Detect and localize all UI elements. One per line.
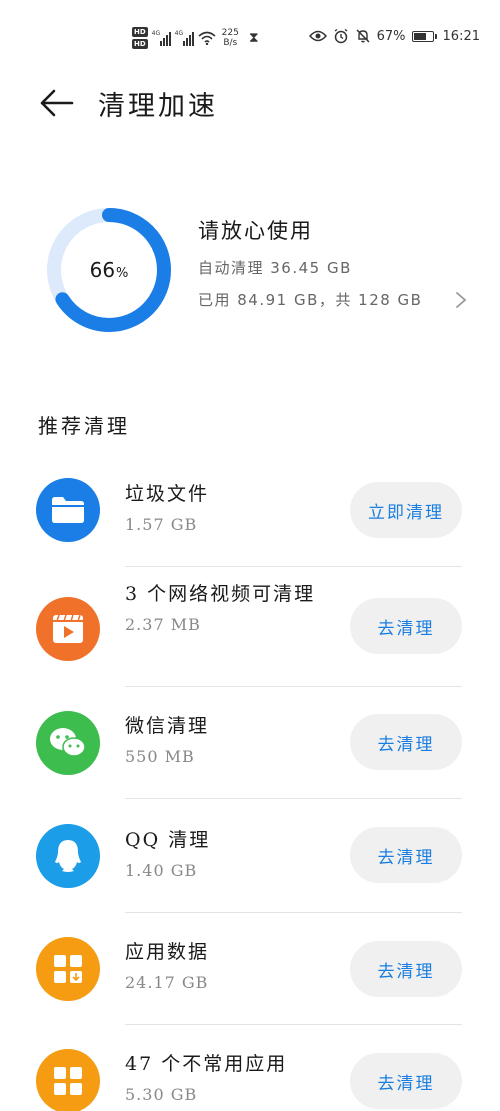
- storage-usage: 已用 84.91 GB，共 128 GB: [198, 291, 423, 309]
- list-item-web-videos: 3 个网络视频可清理 2.37 MB 去清理: [0, 567, 500, 687]
- go-clean-button[interactable]: 去清理: [350, 1053, 462, 1109]
- app-data-icon: [36, 937, 100, 1001]
- qq-icon: [36, 824, 100, 888]
- item-name: 应用数据: [125, 941, 210, 963]
- battery-percent: 67%: [376, 28, 406, 44]
- eye-icon: [308, 30, 327, 42]
- clean-now-button[interactable]: 立即清理: [350, 482, 462, 538]
- folder-icon: [36, 478, 100, 542]
- signal-icon: 4G: [152, 30, 171, 46]
- list-item-qq: QQ 清理 1.40 GB 去清理: [0, 799, 500, 913]
- mute-bell-icon: [356, 29, 370, 43]
- sim2-network-label: 4G: [174, 30, 184, 37]
- go-clean-button[interactable]: 去清理: [350, 827, 462, 883]
- back-button[interactable]: [36, 83, 76, 123]
- alarm-icon: [334, 28, 348, 44]
- signal-icon: 4G: [175, 30, 194, 46]
- section-title: 推荐清理: [38, 414, 130, 438]
- app-header: 清理加速: [0, 76, 500, 130]
- storage-info: 请放心使用 自动清理 36.45 GB 已用 84.91 GB，共 128 GB: [198, 215, 468, 321]
- go-clean-button[interactable]: 去清理: [350, 714, 462, 770]
- page-title: 清理加速: [98, 90, 218, 122]
- list-item-app-data: 应用数据 24.17 GB 去清理: [0, 913, 500, 1025]
- storage-percent-value: 66: [89, 258, 116, 282]
- storage-status: 请放心使用: [198, 219, 313, 243]
- item-size: 2.37 MB: [125, 615, 201, 634]
- item-size: 550 MB: [125, 747, 195, 766]
- item-size: 24.17 GB: [125, 973, 209, 992]
- storage-percent: 66%: [44, 205, 174, 335]
- sim1-network-label: 4G: [151, 30, 161, 37]
- network-speed-value: 225: [221, 28, 239, 38]
- item-name: 47 个不常用应用: [125, 1053, 288, 1075]
- hd-indicators: HD HD: [132, 27, 148, 49]
- list-item-wechat: 微信清理 550 MB 去清理: [0, 687, 500, 799]
- item-size: 1.40 GB: [125, 861, 198, 880]
- item-name: 3 个网络视频可清理: [125, 583, 316, 605]
- battery-icon: [411, 30, 437, 42]
- storage-ring: 66%: [44, 205, 174, 335]
- item-size: 1.57 GB: [125, 515, 198, 534]
- go-clean-button[interactable]: 去清理: [350, 941, 462, 997]
- status-bar: HD HD 4G 4G 225 B/s ⧗ 67% 16:21: [0, 0, 500, 74]
- status-bar-right: 67% 16:21: [308, 28, 480, 44]
- list-item-unused-apps: 47 个不常用应用 5.30 GB 去清理: [0, 1025, 500, 1111]
- storage-usage-row[interactable]: 已用 84.91 GB，共 128 GB: [198, 289, 468, 311]
- status-bar-left: HD HD 4G 4G 225 B/s ⧗: [132, 22, 259, 54]
- arrow-left-icon: [40, 89, 74, 117]
- hourglass-icon: ⧗: [248, 30, 259, 46]
- list-item-junk-files: 垃圾文件 1.57 GB 立即清理: [0, 455, 500, 567]
- wifi-icon: [198, 31, 216, 45]
- chevron-right-icon: [456, 292, 467, 308]
- apps-icon: [36, 1049, 100, 1111]
- auto-clean-info: 自动清理 36.45 GB: [198, 259, 352, 277]
- wechat-icon: [36, 711, 100, 775]
- go-clean-button[interactable]: 去清理: [350, 598, 462, 654]
- item-name: 微信清理: [125, 715, 210, 737]
- item-size: 5.30 GB: [125, 1085, 198, 1104]
- storage-percent-sign: %: [116, 265, 129, 281]
- clock: 16:21: [442, 28, 480, 44]
- item-name: QQ 清理: [125, 829, 211, 851]
- item-name: 垃圾文件: [125, 483, 210, 505]
- network-speed: 225 B/s: [222, 28, 239, 48]
- network-speed-unit: B/s: [223, 38, 238, 48]
- clean-list: 垃圾文件 1.57 GB 立即清理 3 个网络视频可清理 2.37 MB 去清理…: [0, 455, 500, 1111]
- hd-badge-1: HD: [132, 27, 148, 37]
- hd-badge-2: HD: [132, 39, 148, 49]
- video-icon: [36, 597, 100, 661]
